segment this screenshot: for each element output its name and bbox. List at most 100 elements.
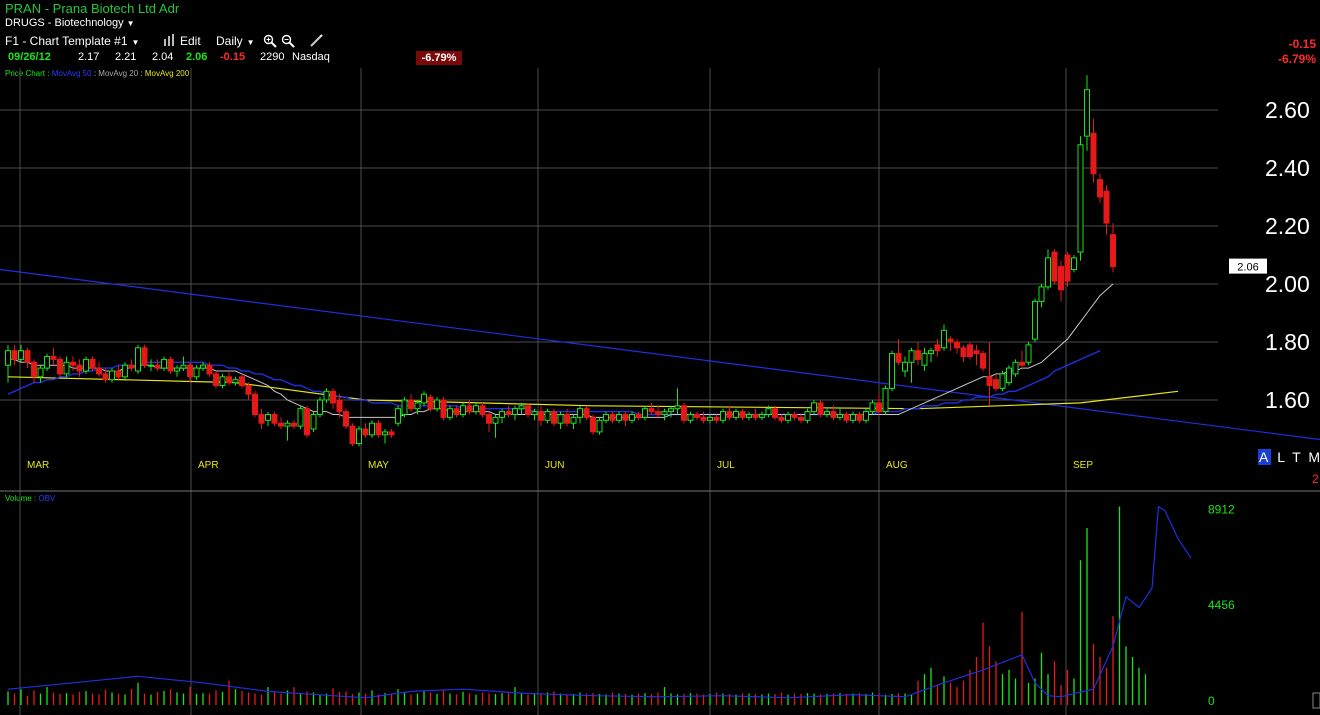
candle-body	[37, 367, 44, 378]
candle-body	[694, 414, 700, 418]
price-tick-label: 2.20	[1265, 213, 1310, 239]
candle-body	[713, 416, 720, 421]
candle-body	[440, 399, 447, 418]
candle-body	[174, 367, 180, 372]
candle-body	[798, 416, 804, 421]
volume-tick-label: 4456	[1208, 598, 1235, 612]
candle-body	[785, 414, 791, 421]
candle-body	[5, 350, 11, 366]
candle-body	[629, 414, 635, 421]
candle-body	[720, 411, 726, 421]
candle-body	[746, 414, 752, 418]
candle-body	[596, 419, 603, 433]
candle-body	[603, 414, 609, 421]
candle-body	[70, 361, 76, 366]
volume-tick-label: 8912	[1208, 502, 1235, 516]
candle-body	[876, 402, 882, 413]
month-label: JUN	[545, 460, 564, 471]
candle-body	[89, 358, 96, 369]
candle-body	[772, 408, 778, 418]
candle-body	[206, 364, 213, 375]
candle-body	[525, 405, 531, 415]
candle-body	[752, 414, 759, 418]
candle-body	[791, 414, 798, 418]
candle-body	[551, 411, 557, 424]
candle-body	[50, 356, 57, 360]
candle-body	[954, 341, 960, 349]
candle-body	[616, 414, 622, 421]
candle-body	[453, 408, 460, 416]
candle-body	[421, 393, 427, 404]
candle-body	[427, 396, 434, 410]
candle-body	[180, 364, 187, 369]
candle-body	[356, 428, 362, 444]
candle-body	[622, 414, 629, 421]
candle-body	[128, 364, 135, 369]
candle-body	[986, 376, 993, 386]
candle-body	[882, 387, 889, 413]
candle-body	[928, 350, 934, 355]
obv-line	[7, 505, 1192, 699]
month-label: MAR	[27, 460, 49, 471]
candle-body	[915, 350, 921, 360]
month-label: MAY	[368, 460, 389, 471]
candle-body	[941, 329, 947, 349]
candle-body	[343, 411, 349, 427]
candle-body	[947, 338, 954, 343]
symbol-tab-active[interactable]: A	[1258, 449, 1272, 465]
candle-body	[304, 408, 310, 436]
candle-body	[44, 356, 50, 369]
symbol-tabs-rest[interactable]: L T M L	[1277, 449, 1320, 465]
candle-body	[167, 358, 174, 372]
candle-body	[557, 414, 564, 424]
right-tail: 2	[1312, 472, 1319, 486]
candle-body	[63, 361, 70, 375]
candle-body	[869, 402, 876, 413]
candle-body	[1071, 257, 1077, 270]
candle-body	[24, 350, 31, 363]
candle-body	[1051, 251, 1058, 282]
candle-body	[310, 414, 317, 430]
price-tick-label: 2.40	[1265, 155, 1310, 181]
candle-body	[96, 367, 102, 375]
candle-body	[655, 411, 661, 416]
candle-body	[362, 428, 369, 436]
candle-body	[518, 405, 525, 410]
candle-body	[583, 408, 590, 418]
candle-body	[674, 405, 681, 410]
candle-body	[1090, 132, 1097, 175]
candle-body	[804, 411, 811, 421]
month-label: SEP	[1073, 460, 1093, 471]
candle-body	[271, 414, 278, 424]
candle-body	[759, 414, 765, 418]
stock-chart[interactable]: MAR APR MAY JUN JUL AUG SEP 1.60 1.80 2.00 2.20 2.4…	[0, 0, 1320, 715]
candle-body	[1077, 144, 1084, 253]
candle-body	[1064, 254, 1071, 282]
candle-body	[219, 376, 226, 386]
candle-body	[239, 376, 245, 386]
candle-body	[499, 411, 505, 418]
candle-body	[369, 422, 375, 436]
candle-body	[726, 411, 733, 418]
candle-body	[668, 408, 674, 413]
candle-body	[505, 411, 512, 416]
candle-body	[349, 425, 356, 445]
candle-body	[707, 416, 713, 421]
candle-body	[479, 405, 486, 415]
candle-body	[538, 411, 544, 421]
candle-body	[1045, 257, 1051, 288]
candle-body	[1006, 367, 1012, 384]
symbol-tabs[interactable]: A L T M L	[1258, 449, 1320, 465]
scroll-handle	[1312, 692, 1320, 709]
candle-body	[824, 411, 830, 416]
price-tick-label: 2.60	[1265, 97, 1310, 123]
candle-body	[661, 411, 668, 416]
candle-body	[245, 385, 252, 395]
candle-body	[408, 399, 414, 410]
candle-body	[609, 414, 616, 421]
candle-body	[1038, 286, 1045, 302]
candle-body	[135, 347, 141, 372]
candle-body	[284, 422, 291, 427]
candle-body	[635, 414, 642, 418]
candle-body	[934, 344, 941, 352]
